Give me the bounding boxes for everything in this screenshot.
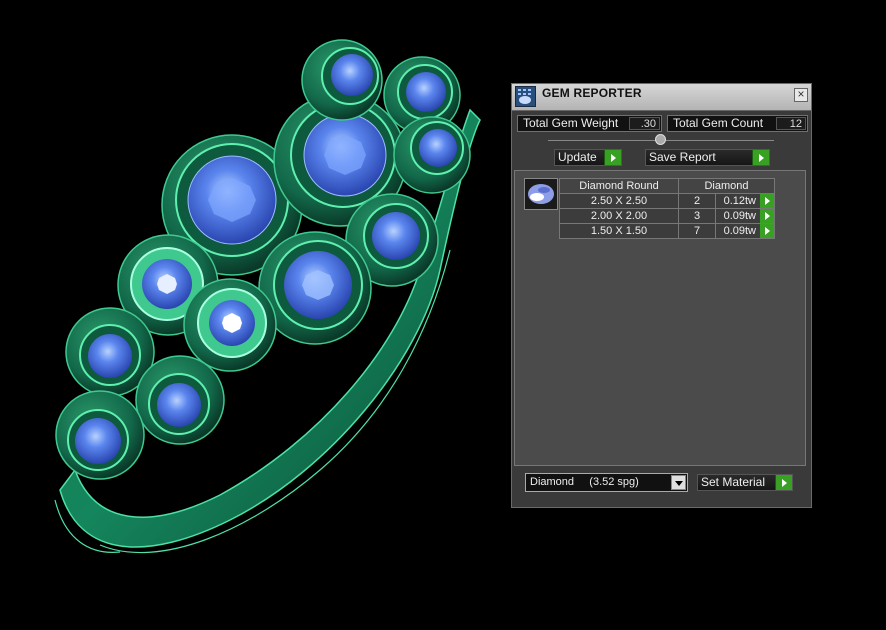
arrow-right-icon[interactable] [759, 224, 774, 238]
update-button-label: Update [558, 150, 597, 164]
row-size: 1.50 X 1.50 [559, 223, 679, 239]
total-gem-weight-value: .30 [629, 117, 660, 130]
save-report-button-label: Save Report [649, 150, 716, 164]
stone-settings [55, 39, 471, 480]
gem-reporter-app-icon [515, 86, 536, 107]
close-icon[interactable]: × [794, 88, 808, 102]
arrow-right-icon[interactable] [759, 209, 774, 223]
ring-render [54, 39, 481, 554]
table-row: 2.00 X 2.00 3 0.09tw [559, 208, 775, 224]
total-gem-count-label: Total Gem Count [673, 116, 764, 130]
gem-reporter-panel: GEM REPORTER × Total Gem Weight .30 Tota… [511, 83, 812, 508]
row-weight: 0.09tw [723, 225, 756, 237]
row-weight-cell: 0.09tw [715, 223, 775, 239]
row-weight: 0.12tw [723, 195, 756, 207]
arrow-right-icon [775, 475, 792, 490]
chevron-down-icon[interactable] [671, 475, 686, 490]
header-material: Diamond [678, 178, 775, 194]
set-material-button[interactable]: Set Material [697, 474, 793, 491]
row-count: 3 [678, 208, 716, 224]
arrow-right-icon[interactable] [759, 194, 774, 208]
gem-table: Diamond Round Diamond 2.50 X 2.50 2 0.12… [559, 178, 775, 239]
row-count: 7 [678, 223, 716, 239]
table-header-row: Diamond Round Diamond [559, 178, 775, 194]
total-gem-count-value: 12 [776, 117, 806, 130]
material-select-value: Diamond (3.52 spg) [530, 476, 639, 488]
total-gem-weight-field: Total Gem Weight .30 [517, 115, 662, 132]
arrow-right-icon [604, 150, 621, 165]
gem-report-area: Diamond Round Diamond 2.50 X 2.50 2 0.12… [514, 170, 806, 466]
table-row: 1.50 X 1.50 7 0.09tw [559, 223, 775, 239]
row-size: 2.00 X 2.00 [559, 208, 679, 224]
save-report-button[interactable]: Save Report [645, 149, 770, 166]
row-weight-cell: 0.09tw [715, 208, 775, 224]
material-select[interactable]: Diamond (3.52 spg) [525, 473, 688, 492]
row-size: 2.50 X 2.50 [559, 193, 679, 209]
total-gem-weight-label: Total Gem Weight [523, 116, 619, 130]
set-material-button-label: Set Material [701, 475, 766, 489]
table-row: 2.50 X 2.50 2 0.12tw [559, 193, 775, 209]
arrow-right-icon [752, 150, 769, 165]
row-count: 2 [678, 193, 716, 209]
slider-handle[interactable] [655, 134, 666, 145]
header-shape: Diamond Round [559, 178, 679, 194]
gem-thumbnail-icon [524, 178, 558, 210]
3d-viewport[interactable] [0, 0, 510, 625]
total-gem-count-field: Total Gem Count 12 [667, 115, 808, 132]
row-weight-cell: 0.12tw [715, 193, 775, 209]
row-weight: 0.09tw [723, 210, 756, 222]
panel-titlebar[interactable]: GEM REPORTER × [512, 84, 811, 111]
panel-title: GEM REPORTER [542, 86, 642, 100]
update-button[interactable]: Update [554, 149, 622, 166]
